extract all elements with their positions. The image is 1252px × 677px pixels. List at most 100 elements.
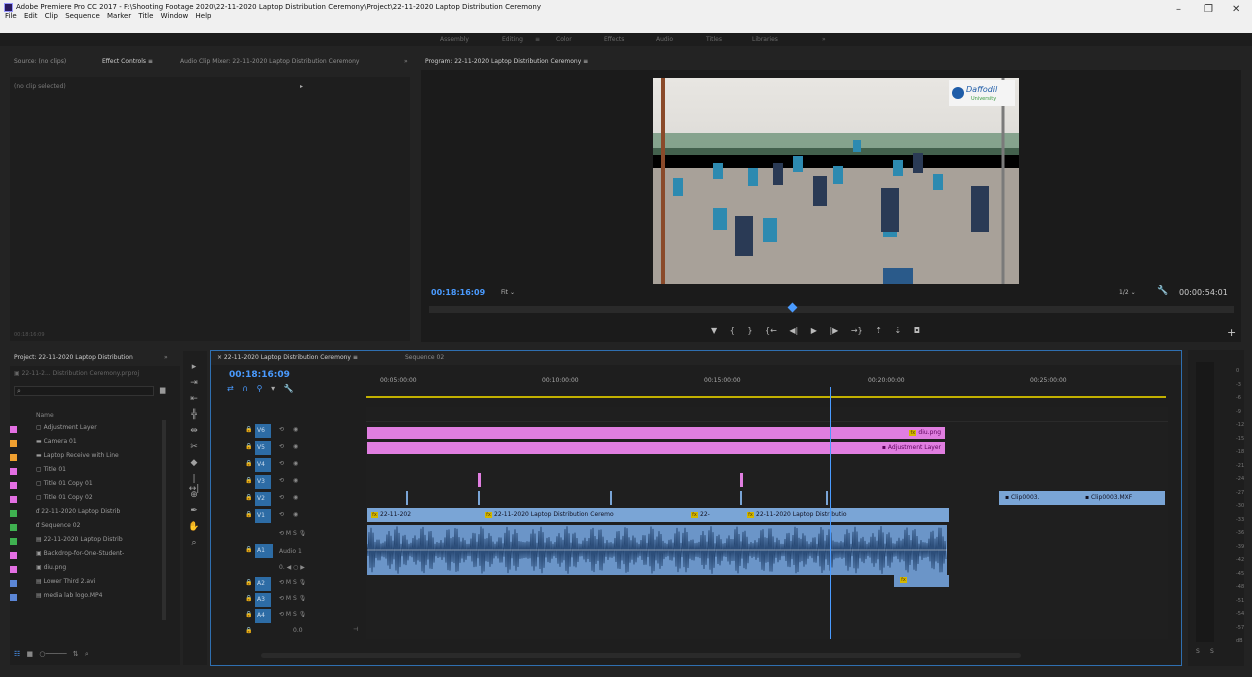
linked-selection-icon[interactable]: ⚲: [257, 384, 263, 393]
project-item[interactable]: ▢ Title 01 Copy 01: [10, 480, 93, 491]
add-marker-icon[interactable]: ▾: [271, 384, 275, 393]
add-marker-button[interactable]: ▼: [711, 326, 717, 335]
workspace-more[interactable]: »: [822, 36, 826, 43]
clip-title-marker[interactable]: [740, 473, 743, 487]
eye-icon[interactable]: ◉: [293, 477, 298, 484]
eye-icon[interactable]: ◉: [293, 443, 298, 450]
tab-effect-controls[interactable]: Effect Controls ≡: [102, 58, 153, 65]
razor-tool-icon[interactable]: ✂: [188, 442, 200, 452]
hand-tool-icon[interactable]: ✋: [188, 522, 200, 532]
label-color-swatch[interactable]: [10, 524, 17, 531]
workspace-menu-icon[interactable]: ≡: [535, 36, 540, 43]
rolling-edit-tool-icon[interactable]: ╬: [188, 410, 200, 420]
workspace-titles[interactable]: Titles: [706, 36, 722, 43]
time-ruler[interactable]: 00:05:00:00 00:10:00:00 00:15:00:00 00:2…: [366, 371, 1168, 399]
tab-sequence-main[interactable]: × 22-11-2020 Laptop Distribution Ceremon…: [217, 354, 358, 361]
project-item[interactable]: ▤ Lower Third 2.avi: [10, 578, 95, 589]
solo-right[interactable]: S: [1210, 648, 1214, 655]
track-label[interactable]: A2: [255, 577, 271, 591]
track-label[interactable]: V3: [255, 475, 271, 489]
ripple-edit-tool-icon[interactable]: ⇤: [188, 394, 200, 404]
extract-button[interactable]: ⇣: [894, 326, 901, 335]
sync-lock-icon[interactable]: ⟲: [279, 426, 284, 433]
expand-icon[interactable]: ▸: [300, 83, 303, 90]
tab-audio-clip-mixer[interactable]: Audio Clip Mixer: 22-11-2020 Laptop Dist…: [180, 58, 359, 65]
track-label[interactable]: V5: [255, 441, 271, 455]
lock-icon[interactable]: 🔒: [245, 595, 252, 602]
fit-dropdown[interactable]: Fit ⌄: [501, 289, 515, 296]
close-button[interactable]: ✕: [1232, 4, 1240, 15]
name-column-header[interactable]: Name: [36, 412, 54, 419]
project-item[interactable]: ▢ Title 01: [10, 466, 66, 477]
go-to-out-button[interactable]: →}: [851, 326, 863, 335]
program-timecode[interactable]: 00:18:16:09: [431, 288, 485, 297]
project-title[interactable]: Project: 22-11-2020 Laptop Distribution: [14, 354, 133, 361]
program-scrubber[interactable]: [429, 302, 1234, 313]
project-scrollbar[interactable]: [162, 420, 166, 620]
slip-tool-icon[interactable]: ◆: [188, 458, 200, 468]
resolution-dropdown[interactable]: 1/2 ⌄: [1119, 289, 1136, 296]
pen-tool-icon[interactable]: ✒: [188, 506, 200, 516]
slide-edit-tool-icon[interactable]: ⊕: [188, 490, 200, 500]
track-label[interactable]: V2: [255, 492, 271, 506]
track-label[interactable]: V4: [255, 458, 271, 472]
menu-edit[interactable]: Edit: [24, 12, 38, 20]
mark-in-button[interactable]: {: [730, 326, 735, 335]
menu-marker[interactable]: Marker: [107, 12, 131, 20]
menu-file[interactable]: File: [5, 12, 17, 20]
master-volume[interactable]: 0.0: [293, 627, 303, 634]
master-end-icon[interactable]: ⊣: [353, 626, 358, 633]
clip-adjustment-layer[interactable]: ▪ Adjustment Layer: [367, 442, 945, 454]
find-icon[interactable]: ⌕: [85, 650, 89, 658]
track-label[interactable]: V1: [255, 509, 271, 523]
project-item[interactable]: ᵭ Sequence 02: [10, 522, 80, 533]
solo-left[interactable]: S: [1196, 648, 1200, 655]
clip-title-marker[interactable]: [478, 473, 481, 487]
workspace-assembly[interactable]: Assembly: [440, 36, 469, 43]
master-lock-icon[interactable]: 🔒: [245, 627, 252, 634]
label-color-swatch[interactable]: [10, 468, 17, 475]
export-frame-icon[interactable]: ◘: [914, 326, 920, 335]
label-color-swatch[interactable]: [10, 440, 17, 447]
label-color-swatch[interactable]: [10, 510, 17, 517]
project-item[interactable]: ᵭ 22-11-2020 Laptop Distrib: [10, 508, 120, 519]
playhead-marker[interactable]: [787, 302, 798, 313]
eye-icon[interactable]: ◉: [293, 494, 298, 501]
step-back-button[interactable]: ◀|: [789, 326, 798, 335]
project-search-input[interactable]: ⌕: [14, 386, 154, 396]
a1-controls[interactable]: ⟲ M S 🎙: [279, 530, 306, 537]
selection-tool-icon[interactable]: ▸: [188, 362, 200, 372]
menu-sequence[interactable]: Sequence: [65, 12, 100, 20]
timeline-scrollbar[interactable]: [261, 653, 1021, 658]
lock-icon[interactable]: 🔒: [245, 579, 252, 586]
workspace-editing[interactable]: Editing: [502, 36, 523, 43]
track-label[interactable]: V6: [255, 424, 271, 438]
new-bin-icon[interactable]: ▆: [160, 386, 165, 394]
add-button-icon[interactable]: +: [1227, 326, 1236, 339]
sync-lock-icon[interactable]: ⟲: [279, 443, 284, 450]
lock-icon[interactable]: 🔒: [245, 494, 252, 501]
timeline-playhead[interactable]: [830, 387, 831, 639]
label-color-swatch[interactable]: [10, 482, 17, 489]
label-color-swatch[interactable]: [10, 594, 17, 601]
label-color-swatch[interactable]: [10, 538, 17, 545]
audio-waveform-a1[interactable]: [367, 525, 947, 575]
menu-help[interactable]: Help: [196, 12, 212, 20]
label-color-swatch[interactable]: [10, 426, 17, 433]
tab-sequence-02[interactable]: Sequence 02: [405, 354, 444, 361]
label-color-swatch[interactable]: [10, 566, 17, 573]
sync-lock-icon[interactable]: ⟲: [279, 494, 284, 501]
project-item[interactable]: ▢ Title 01 Copy 02: [10, 494, 93, 505]
lock-icon[interactable]: 🔒: [245, 443, 252, 450]
go-to-in-button[interactable]: {←: [765, 326, 777, 335]
work-area-bar[interactable]: [366, 396, 1166, 398]
clip-a2-audio[interactable]: fx: [894, 575, 949, 587]
track-label[interactable]: A4: [255, 609, 271, 623]
track-label[interactable]: A3: [255, 593, 271, 607]
label-color-swatch[interactable]: [10, 496, 17, 503]
zoom-slider[interactable]: ○─────: [39, 650, 66, 658]
project-item[interactable]: ▣ Backdrop-for-One-Student-: [10, 550, 124, 561]
menu-window[interactable]: Window: [161, 12, 189, 20]
zoom-tool-icon[interactable]: ⌕: [188, 538, 200, 548]
menu-clip[interactable]: Clip: [45, 12, 58, 20]
